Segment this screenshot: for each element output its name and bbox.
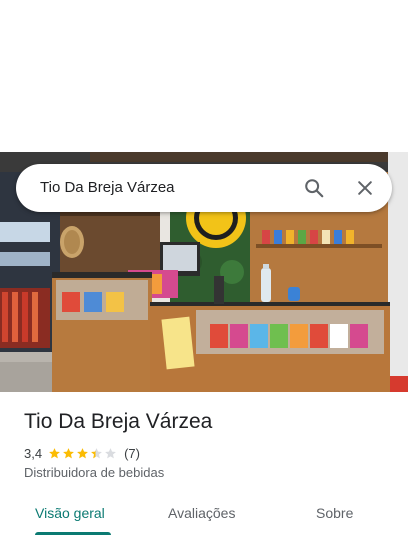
star-icon [105, 447, 116, 458]
rating-stars [48, 447, 118, 460]
star-icon [77, 447, 88, 458]
rating-row[interactable]: 3,4 (7) [24, 444, 140, 462]
star-icon [91, 447, 102, 458]
tab-reviews[interactable]: Avaliações [168, 498, 235, 532]
tab-bar: Visão geral Avaliações Sobre [0, 498, 408, 538]
search-icon[interactable] [302, 176, 326, 200]
active-tab-indicator [35, 532, 111, 535]
review-count[interactable]: (7) [124, 446, 140, 461]
search-bar[interactable]: Tio Da Breja Várzea [16, 164, 392, 212]
place-category: Distribuidora de bebidas [24, 465, 165, 480]
place-title: Tio Da Breja Várzea [24, 410, 213, 433]
tab-overview[interactable]: Visão geral [35, 498, 105, 532]
star-icon [63, 447, 74, 458]
tab-about[interactable]: Sobre [316, 498, 353, 532]
rating-value: 3,4 [24, 445, 43, 461]
close-icon[interactable] [353, 176, 377, 200]
search-input[interactable]: Tio Da Breja Várzea [40, 164, 175, 212]
star-icon [49, 447, 60, 458]
